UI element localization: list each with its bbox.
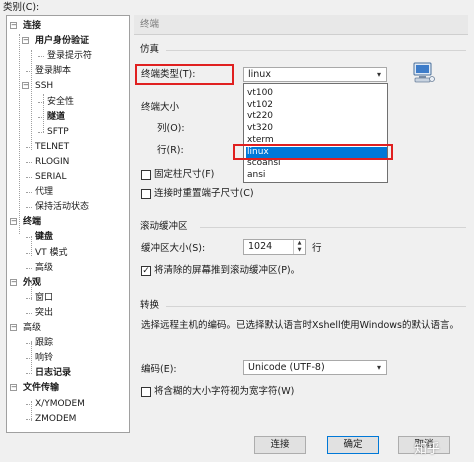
tree-item[interactable]: 响铃	[35, 352, 53, 364]
tree-connector	[43, 94, 44, 132]
tree-item[interactable]: 外观	[23, 277, 41, 289]
emulation-section-title: 仿真	[140, 44, 160, 55]
category-label: 类别(C):	[3, 2, 40, 13]
tree-connector	[31, 341, 32, 371]
scrollback-section-title: 滚动缓冲区	[140, 221, 188, 232]
tree-item[interactable]: 终端	[23, 216, 41, 228]
tree-connector	[26, 267, 32, 269]
tree-item[interactable]: 代理	[35, 186, 53, 198]
dropdown-option[interactable]: vt102	[246, 100, 273, 111]
checkmark-icon: ✓	[142, 266, 150, 276]
tree-item[interactable]: 高级	[23, 322, 41, 334]
terminal-type-dropdown[interactable]: vt100 vt102 vt220 vt320 xterm linux scoansi ans…	[243, 83, 388, 183]
tree-connector	[26, 192, 32, 194]
section-divider	[166, 306, 466, 307]
collapse-icon[interactable]: −	[22, 82, 29, 90]
columns-label: 列(O):	[157, 123, 185, 134]
tree-item[interactable]: TELNET	[35, 141, 69, 153]
terminal-type-select[interactable]: linux ▾	[243, 67, 387, 82]
tree-connector	[38, 56, 44, 58]
tree-item[interactable]: 键盘	[35, 231, 53, 243]
dropdown-option[interactable]: vt100	[246, 88, 273, 99]
section-divider	[166, 50, 466, 51]
tree-item[interactable]: 登录提示符	[47, 50, 92, 62]
conversion-section-title: 转换	[140, 300, 160, 311]
category-tree[interactable]: 连接 − 用户身份验证 − 登录提示符 登录脚本 SSH − 安全性 隧道 SFTP TELNET RL…	[6, 15, 130, 433]
ambiguous-width-label: 将含糊的大小字符视为宽字符(W)	[154, 386, 295, 397]
collapse-icon[interactable]: −	[22, 37, 29, 45]
panel-header-title: 终端	[140, 19, 160, 30]
linux-option-highlight	[233, 144, 393, 160]
tree-connector	[26, 312, 32, 314]
tree-connector	[31, 50, 32, 150]
tree-item[interactable]: ZMODEM	[35, 413, 76, 425]
encoding-select[interactable]: Unicode (UTF-8) ▾	[243, 360, 387, 375]
tree-item[interactable]: 登录脚本	[35, 65, 71, 77]
collapse-icon[interactable]: −	[10, 278, 17, 286]
chevron-down-icon[interactable]: ▾	[372, 68, 386, 81]
collapse-icon[interactable]: −	[10, 324, 17, 331]
tree-item[interactable]: SERIAL	[35, 171, 66, 183]
dropdown-option[interactable]: vt220	[246, 111, 273, 122]
tree-item[interactable]: 日志记录	[35, 367, 71, 379]
encoding-value: Unicode (UTF-8)	[248, 362, 325, 373]
tree-connector	[31, 280, 32, 300]
fixed-size-checkbox[interactable]	[141, 170, 151, 180]
buffer-unit-label: 行	[312, 243, 322, 254]
section-divider	[200, 227, 466, 228]
tree-item[interactable]: RLOGIN	[35, 156, 69, 168]
terminal-type-label: 终端类型(T):	[141, 69, 196, 80]
tree-connector	[26, 177, 32, 178]
terminal-type-value: linux	[248, 69, 271, 80]
tree-connector	[26, 161, 32, 163]
watermark: 知乎	[414, 442, 441, 457]
tree-item[interactable]: X/YMODEM	[35, 398, 85, 410]
tree-item[interactable]: 连接	[23, 20, 41, 32]
buffer-size-spinner[interactable]: 1024 ▲ ▼	[243, 239, 306, 255]
push-cleared-label: 将清除的屏幕推到滚动缓冲区(P)。	[154, 265, 301, 276]
tree-item[interactable]: 隧道	[47, 111, 65, 123]
encoding-label: 编码(E):	[141, 364, 177, 375]
connect-button[interactable]: 连接	[254, 436, 306, 454]
conversion-description: 选择远程主机的编码。已选择默认语言时Xshell使用Windows的默认语言。	[141, 320, 460, 331]
reset-size-checkbox[interactable]	[141, 189, 151, 199]
reset-size-label: 连接时重置端子尺寸(C)	[154, 188, 254, 199]
chevron-down-icon[interactable]: ▾	[372, 361, 386, 374]
dropdown-option[interactable]: vt320	[246, 123, 273, 134]
panel-header-bar: 终端	[134, 15, 468, 35]
tree-item[interactable]: SSH	[35, 80, 53, 92]
push-cleared-checkbox[interactable]: ✓	[141, 266, 151, 276]
tree-item[interactable]: 用户身份验证	[35, 35, 89, 47]
dropdown-option[interactable]: ansi	[246, 170, 265, 181]
collapse-icon[interactable]: −	[10, 22, 17, 29]
buffer-size-value: 1024	[248, 241, 273, 252]
tree-item[interactable]: 跟踪	[35, 337, 53, 349]
fixed-size-label: 固定柱尺寸(F)	[154, 169, 215, 180]
tree-item[interactable]: 保持活动状态	[35, 201, 89, 213]
ambiguous-width-checkbox[interactable]	[141, 387, 151, 397]
collapse-icon[interactable]: −	[10, 218, 17, 226]
tree-connector	[26, 207, 32, 209]
tree-item[interactable]: 高级	[35, 262, 53, 274]
tree-item[interactable]: VT 模式	[35, 247, 68, 259]
terminal-size-label: 终端大小	[141, 102, 180, 113]
buffer-size-label: 缓冲区大小(S):	[141, 243, 206, 254]
tree-item[interactable]: 窗口	[35, 292, 53, 304]
ok-button[interactable]: 确定	[327, 436, 379, 454]
collapse-icon[interactable]: −	[10, 384, 17, 392]
tree-item[interactable]: SFTP	[47, 126, 69, 138]
tree-item[interactable]: 安全性	[47, 96, 74, 108]
spinner-arrows-icon[interactable]: ▲ ▼	[293, 240, 305, 254]
tree-connector	[19, 34, 20, 234]
tree-connector	[26, 373, 32, 375]
keyboard-settings-icon	[412, 60, 436, 84]
tree-item[interactable]: 突出	[35, 307, 53, 319]
rows-label: 行(R):	[157, 145, 184, 156]
tree-item[interactable]: 文件传输	[23, 382, 59, 394]
tree-connector	[31, 401, 32, 421]
tree-connector	[31, 236, 32, 256]
